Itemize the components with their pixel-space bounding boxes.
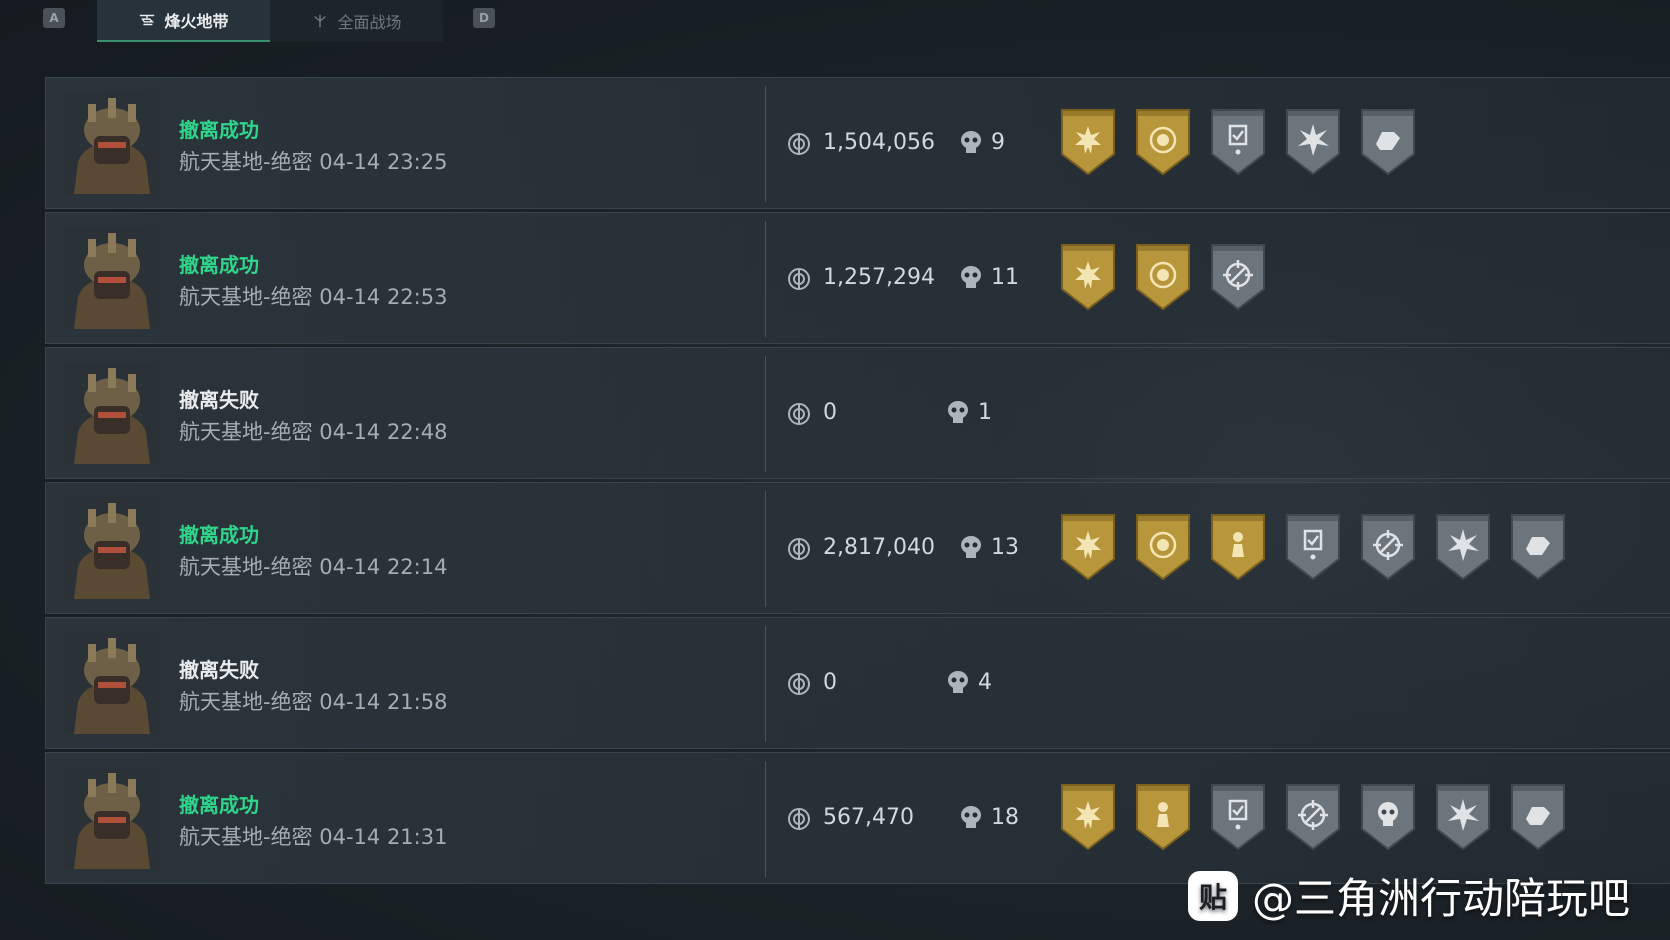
skull-icon <box>946 670 970 696</box>
row-divider <box>765 221 766 337</box>
silver-crosshair-medal-icon[interactable] <box>1358 513 1418 581</box>
kill-count: 1 <box>978 400 992 425</box>
silver-clipboard-medal-icon[interactable] <box>1208 108 1268 176</box>
tieba-logo-icon: 贴 <box>1188 870 1238 921</box>
extraction-status: 撤离失败 <box>179 388 259 412</box>
gold-sun-medal-icon[interactable] <box>1058 513 1118 581</box>
tab-label: 全面战场 <box>337 13 402 32</box>
row-divider <box>765 86 766 202</box>
watermark-text: @三角洲行动陪玩吧 <box>1252 874 1631 923</box>
row-divider <box>765 491 766 607</box>
extraction-status: 撤离失败 <box>179 658 259 682</box>
match-row[interactable]: 撤离失败航天基地-绝密 04-14 21:58 0 4 <box>45 617 1670 749</box>
gold-figure-medal-icon[interactable] <box>1133 783 1193 851</box>
silver-crosshair-medal-icon[interactable] <box>1208 243 1268 311</box>
match-row[interactable]: 撤离失败航天基地-绝密 04-14 22:48 0 1 <box>45 347 1670 479</box>
loot-value: 1,257,294 <box>823 265 935 290</box>
silver-burst-medal-icon[interactable] <box>1433 783 1493 851</box>
map-and-time: 航天基地-绝密 04-14 21:58 <box>179 690 448 714</box>
silver-clipboard-medal-icon[interactable] <box>1208 783 1268 851</box>
silver-burst-medal-icon[interactable] <box>1283 108 1343 176</box>
operator-avatar <box>64 497 160 599</box>
currency-icon <box>787 672 811 696</box>
gold-sun-medal-icon[interactable] <box>1058 783 1118 851</box>
operator-avatar <box>64 362 160 464</box>
map-and-time: 航天基地-绝密 04-14 22:14 <box>179 555 448 579</box>
soldier-icon <box>314 14 327 28</box>
loot-value: 0 <box>823 670 837 695</box>
extraction-status: 撤离成功 <box>179 253 259 277</box>
kill-count: 9 <box>991 130 1005 155</box>
row-divider <box>765 761 766 877</box>
silver-hand-medal-icon[interactable] <box>1508 783 1568 851</box>
currency-icon <box>787 402 811 426</box>
silver-crosshair-medal-icon[interactable] <box>1283 783 1343 851</box>
silver-hand-medal-icon[interactable] <box>1358 108 1418 176</box>
watermark: 贴 @三角洲行动陪玩吧 <box>1188 865 1630 926</box>
loot-value: 2,817,040 <box>823 535 935 560</box>
gold-sun-medal-icon[interactable] <box>1058 108 1118 176</box>
kill-count: 11 <box>991 265 1019 290</box>
silver-hand-medal-icon[interactable] <box>1508 513 1568 581</box>
extraction-status: 撤离成功 <box>179 793 259 817</box>
key-hint-left: A <box>43 8 65 28</box>
extraction-status: 撤离成功 <box>179 118 259 142</box>
silver-burst-medal-icon[interactable] <box>1433 513 1493 581</box>
currency-icon <box>787 807 811 831</box>
match-row[interactable]: 撤离成功航天基地-绝密 04-14 23:25 1,504,056 9 <box>45 77 1670 209</box>
skull-icon <box>946 400 970 426</box>
gold-figure-medal-icon[interactable] <box>1208 513 1268 581</box>
tab-warzone[interactable]: 烽火地带 <box>97 0 270 42</box>
gold-wreath-medal-icon[interactable] <box>1133 243 1193 311</box>
match-row[interactable]: 撤离成功航天基地-绝密 04-14 22:53 1,257,294 11 <box>45 212 1670 344</box>
map-and-time: 航天基地-绝密 04-14 21:31 <box>179 825 448 849</box>
gold-wreath-medal-icon[interactable] <box>1133 513 1193 581</box>
match-row[interactable]: 撤离成功航天基地-绝密 04-14 22:14 2,817,040 13 <box>45 482 1670 614</box>
tab-battlefield[interactable]: 全面战场 <box>270 0 443 42</box>
silver-skull-medal-icon[interactable] <box>1358 783 1418 851</box>
tab-label: 烽火地带 <box>164 12 229 31</box>
helicopter-icon <box>140 14 155 26</box>
loot-value: 0 <box>823 400 837 425</box>
skull-icon <box>959 805 983 831</box>
operator-avatar <box>64 92 160 194</box>
currency-icon <box>787 537 811 561</box>
currency-icon <box>787 132 811 156</box>
loot-value: 567,470 <box>823 805 914 830</box>
extraction-status: 撤离成功 <box>179 523 259 547</box>
skull-icon <box>959 130 983 156</box>
skull-icon <box>959 535 983 561</box>
currency-icon <box>787 267 811 291</box>
kill-count: 13 <box>991 535 1019 560</box>
gold-sun-medal-icon[interactable] <box>1058 243 1118 311</box>
kill-count: 18 <box>991 805 1019 830</box>
kill-count: 4 <box>978 670 992 695</box>
skull-icon <box>959 265 983 291</box>
gold-wreath-medal-icon[interactable] <box>1133 108 1193 176</box>
row-divider <box>765 626 766 742</box>
loot-value: 1,504,056 <box>823 130 935 155</box>
operator-avatar <box>64 767 160 869</box>
operator-avatar <box>64 227 160 329</box>
key-hint-right: D <box>473 8 495 28</box>
map-and-time: 航天基地-绝密 04-14 23:25 <box>179 150 448 174</box>
map-and-time: 航天基地-绝密 04-14 22:53 <box>179 285 448 309</box>
operator-avatar <box>64 632 160 734</box>
row-divider <box>765 356 766 472</box>
map-and-time: 航天基地-绝密 04-14 22:48 <box>179 420 448 444</box>
top-tab-bar: A 烽火地带 全面战场 D <box>0 0 1670 44</box>
silver-clipboard-medal-icon[interactable] <box>1283 513 1343 581</box>
